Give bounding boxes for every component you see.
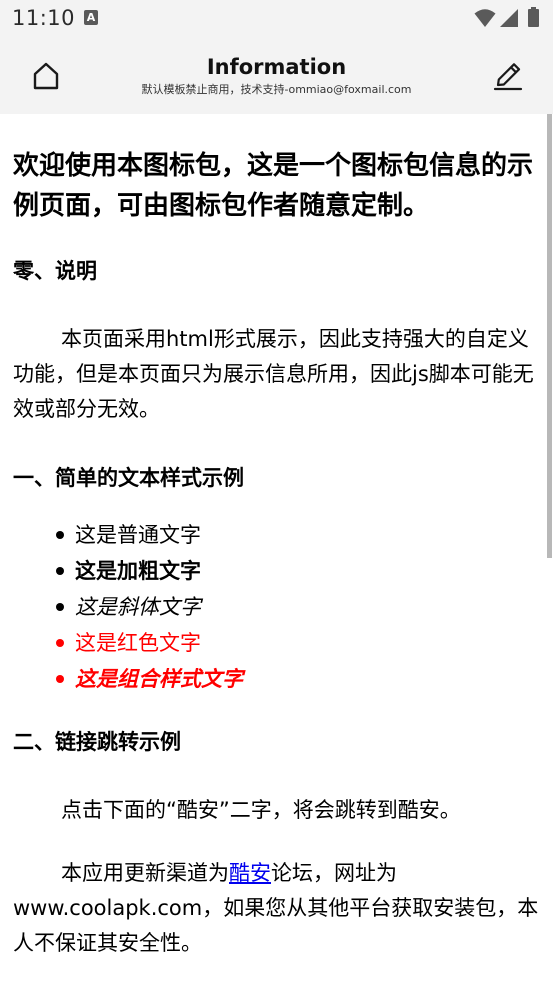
section-2-paragraph-2: 本应用更新渠道为酷安论坛，网址为www.coolapk.com，如果您从其他平台… — [13, 856, 541, 961]
page-title: Information — [206, 55, 347, 79]
edit-icon[interactable] — [490, 58, 526, 94]
list-item-bold: 这是加粗文字 — [13, 553, 541, 589]
section-0-paragraph: 本页面采用html形式展示，因此支持强大的自定义功能，但是本页面只为展示信息所用… — [13, 327, 534, 421]
signal-icon — [500, 9, 518, 27]
bullet — [56, 675, 64, 683]
headline: 欢迎使用本图标包，这是一个图标包信息的示例页面，可由图标包作者随意定制。 — [13, 151, 534, 221]
list-item-text: 这是红色文字 — [75, 631, 201, 655]
battery-icon — [528, 7, 539, 27]
notification-icon: A — [84, 10, 98, 25]
bullet — [56, 531, 64, 539]
status-bar: 11:10 A — [0, 0, 553, 36]
bullet — [56, 639, 64, 647]
section-title-0: 零、说明 — [13, 259, 97, 283]
list-item-red: 这是红色文字 — [13, 625, 541, 661]
paragraph-text: 本应用更新渠道为 — [61, 861, 229, 885]
section-2-paragraph-1: 点击下面的“酷安”二字，将会跳转到酷安。 — [61, 798, 461, 822]
list-item-text: 这是普通文字 — [75, 523, 201, 547]
list-item-combined: 这是组合样式文字 — [13, 661, 541, 697]
list-item-plain: 这是普通文字 — [13, 517, 541, 553]
list-item-text: 这是加粗文字 — [75, 559, 201, 583]
text-style-list: 这是普通文字 这是加粗文字 这是斜体文字 这是红色文字 这是组合样式文字 — [13, 517, 541, 697]
wifi-icon — [474, 9, 496, 27]
list-item-italic: 这是斜体文字 — [13, 589, 541, 625]
app-bar: Information 默认模板禁止商用，技术支持-ommiao@foxmail… — [0, 36, 553, 114]
list-item-text: 这是组合样式文字 — [75, 667, 243, 691]
status-time: 11:10 — [12, 6, 76, 30]
page-subtitle: 默认模板禁止商用，技术支持-ommiao@foxmail.com — [141, 83, 412, 96]
section-title-2: 二、链接跳转示例 — [13, 730, 181, 754]
coolapk-link[interactable]: 酷安 — [229, 861, 271, 885]
list-item-text: 这是斜体文字 — [75, 595, 201, 619]
section-title-1: 一、简单的文本样式示例 — [13, 466, 244, 490]
info-webview[interactable]: 欢迎使用本图标包，这是一个图标包信息的示例页面，可由图标包作者随意定制。 零、说… — [0, 114, 553, 984]
scrollbar-thumb[interactable] — [547, 114, 552, 558]
bullet — [56, 603, 64, 611]
bullet — [56, 567, 64, 575]
